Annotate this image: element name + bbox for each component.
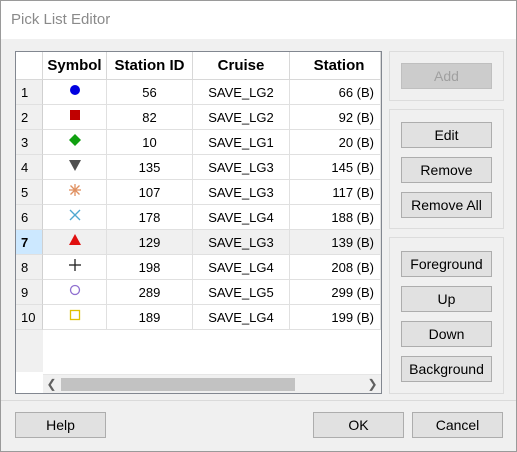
column-header-station[interactable]: Station [290, 52, 381, 80]
scrollbar-thumb[interactable] [61, 378, 295, 391]
symbol-cell[interactable] [43, 155, 107, 180]
open-circle-icon [69, 284, 80, 296]
station-id-cell[interactable]: 56 [107, 80, 193, 105]
station-cell[interactable]: 199 (B) [290, 305, 381, 330]
filled-up-triangle-icon [68, 234, 81, 245]
station-cell[interactable]: 188 (B) [290, 205, 381, 230]
add-button[interactable]: Add [401, 63, 492, 89]
symbol-cell[interactable] [43, 230, 107, 255]
remove-button[interactable]: Remove [401, 157, 492, 183]
station-id-cell[interactable]: 107 [107, 180, 193, 205]
station-id-cell[interactable]: 189 [107, 305, 193, 330]
station-id-cell[interactable]: 10 [107, 130, 193, 155]
cruise-cell[interactable]: SAVE_LG4 [193, 305, 290, 330]
down-button[interactable]: Down [401, 321, 492, 347]
table-row[interactable]: 1 56 SAVE_LG2 66 (B) [16, 80, 381, 105]
symbol-cell[interactable] [43, 130, 107, 155]
cruise-cell[interactable]: SAVE_LG2 [193, 105, 290, 130]
table-row[interactable]: 9 289 SAVE_LG5 299 (B) [16, 280, 381, 305]
station-cell[interactable]: 208 (B) [290, 255, 381, 280]
arrow-right-icon[interactable]: ❯ [364, 375, 381, 393]
table-row[interactable]: 2 82 SAVE_LG2 92 (B) [16, 105, 381, 130]
filled-diamond-icon [68, 134, 81, 146]
column-header-cruise[interactable]: Cruise [193, 52, 290, 80]
horizontal-scrollbar[interactable]: ❮ ❯ [43, 374, 381, 393]
cruise-cell[interactable]: SAVE_LG1 [193, 130, 290, 155]
order-group: Foreground Up Down Background [389, 237, 504, 394]
remove-all-button[interactable]: Remove All [401, 192, 492, 218]
table-row[interactable]: 6 178 SAVE_LG4 188 (B) [16, 205, 381, 230]
station-id-cell[interactable]: 198 [107, 255, 193, 280]
foreground-button[interactable]: Foreground [401, 251, 492, 277]
column-header-station-id[interactable]: Station ID [107, 52, 193, 80]
row-number[interactable]: 8 [16, 255, 43, 280]
window-title: Pick List Editor [11, 11, 111, 28]
add-group: Add [389, 51, 504, 101]
station-id-cell[interactable]: 289 [107, 280, 193, 305]
row-number[interactable]: 9 [16, 280, 43, 305]
station-cell[interactable]: 139 (B) [290, 230, 381, 255]
row-number[interactable]: 1 [16, 80, 43, 105]
filled-circle-icon [69, 85, 80, 95]
cruise-cell[interactable]: SAVE_LG2 [193, 80, 290, 105]
asterisk-icon [68, 184, 81, 196]
station-cell[interactable]: 20 (B) [290, 130, 381, 155]
up-button[interactable]: Up [401, 286, 492, 312]
open-square-icon [69, 309, 80, 321]
station-id-cell[interactable]: 82 [107, 105, 193, 130]
station-cell[interactable]: 145 (B) [290, 155, 381, 180]
symbol-cell[interactable] [43, 280, 107, 305]
help-button[interactable]: Help [15, 412, 106, 438]
row-number[interactable]: 4 [16, 155, 43, 180]
cancel-button[interactable]: Cancel [412, 412, 503, 438]
row-number[interactable]: 7 [16, 230, 43, 255]
station-id-cell[interactable]: 129 [107, 230, 193, 255]
edit-group: Edit Remove Remove All [389, 109, 504, 229]
cruise-cell[interactable]: SAVE_LG4 [193, 255, 290, 280]
symbol-cell[interactable] [43, 205, 107, 230]
pick-list-editor-window: Pick List Editor Symbol Station ID Cruis… [0, 0, 517, 452]
station-id-cell[interactable]: 178 [107, 205, 193, 230]
station-cell[interactable]: 92 (B) [290, 105, 381, 130]
cruise-cell[interactable]: SAVE_LG4 [193, 205, 290, 230]
table-row[interactable]: 10 189 SAVE_LG4 199 (B) [16, 305, 381, 330]
table-header: Symbol Station ID Cruise Station [16, 52, 381, 80]
symbol-cell[interactable] [43, 255, 107, 280]
pick-list-table[interactable]: Symbol Station ID Cruise Station 1 56 SAVE… [15, 51, 382, 394]
plus-icon [68, 259, 81, 271]
title-bar: Pick List Editor [1, 1, 516, 39]
background-button[interactable]: Background [401, 356, 492, 382]
table-row[interactable]: 5 107 SAVE_LG3 117 (B) [16, 180, 381, 205]
cruise-cell[interactable]: SAVE_LG3 [193, 180, 290, 205]
x-cross-icon [69, 209, 80, 221]
table-row[interactable]: 3 10 SAVE_LG1 20 (B) [16, 130, 381, 155]
footer-divider [1, 400, 516, 401]
symbol-cell[interactable] [43, 105, 107, 130]
column-header-symbol[interactable]: Symbol [43, 52, 107, 80]
row-number[interactable]: 10 [16, 305, 43, 330]
symbol-cell[interactable] [43, 180, 107, 205]
symbol-cell[interactable] [43, 305, 107, 330]
station-cell[interactable]: 117 (B) [290, 180, 381, 205]
row-number[interactable]: 5 [16, 180, 43, 205]
row-number[interactable]: 2 [16, 105, 43, 130]
row-number[interactable]: 3 [16, 130, 43, 155]
station-cell[interactable]: 66 (B) [290, 80, 381, 105]
table-row[interactable]: 8 198 SAVE_LG4 208 (B) [16, 255, 381, 280]
cruise-cell[interactable]: SAVE_LG5 [193, 280, 290, 305]
cruise-cell[interactable]: SAVE_LG3 [193, 155, 290, 180]
station-cell[interactable]: 299 (B) [290, 280, 381, 305]
row-number[interactable]: 6 [16, 205, 43, 230]
filled-square-icon [69, 110, 80, 120]
corner-header-cell [16, 52, 43, 80]
table-row[interactable]: 7 129 SAVE_LG3 139 (B) [16, 230, 381, 255]
station-id-cell[interactable]: 135 [107, 155, 193, 180]
symbol-cell[interactable] [43, 80, 107, 105]
arrow-left-icon[interactable]: ❮ [43, 375, 60, 393]
filled-down-triangle-icon [68, 160, 81, 171]
table-row[interactable]: 4 135 SAVE_LG3 145 (B) [16, 155, 381, 180]
edit-button[interactable]: Edit [401, 122, 492, 148]
ok-button[interactable]: OK [313, 412, 404, 438]
cruise-cell[interactable]: SAVE_LG3 [193, 230, 290, 255]
